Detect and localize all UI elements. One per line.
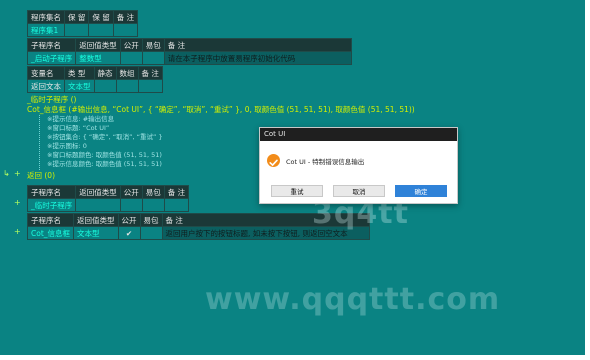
code-editor[interactable]: 程序集名 保 留 保 留 备 注 程序集1 子程序名 返回值类型 公开 易包 备… (0, 0, 585, 355)
col-header: 返回值类型 (73, 213, 119, 227)
col-header: 易包 (141, 185, 165, 199)
col-header: 保 留 (63, 10, 90, 24)
col-header: 备 注 (163, 38, 352, 52)
col-header: 返回值类型 (75, 185, 121, 199)
param-prompt-message: ※提示信息: #输出信息 (47, 115, 115, 123)
cell[interactable] (163, 198, 190, 212)
cancel-button[interactable]: 取消 (333, 185, 385, 197)
cell[interactable] (115, 79, 139, 93)
col-header: 类 型 (64, 66, 95, 80)
sub-return-type[interactable]: 整数型 (75, 51, 121, 65)
param-message-color: ※提示信息颜色: 取颜色值 (51, 51, 51) (47, 160, 162, 168)
expand-icon[interactable]: + (14, 198, 21, 207)
col-header: 返回值类型 (75, 38, 121, 52)
cell[interactable] (119, 51, 143, 65)
variable-name[interactable]: 返回文本 (27, 79, 65, 93)
sub-name[interactable]: _启动子程序 (26, 51, 77, 65)
sub-name[interactable]: Cot_信息框 (26, 226, 75, 240)
cell[interactable] (112, 23, 139, 37)
col-header: 易包 (141, 38, 165, 52)
col-header: 静态 (93, 66, 117, 80)
col-header: 子程序名 (26, 38, 77, 52)
watermark-url: www.qqqttt.com (205, 282, 501, 317)
cell[interactable] (137, 79, 163, 93)
scrollbar-horizontal[interactable] (0, 355, 590, 360)
public-check-icon[interactable]: ✔ (117, 226, 141, 240)
sub-name[interactable]: _临时子程序 (26, 198, 77, 212)
param-window-title: ※窗口标题: “Cot UI” (47, 124, 110, 132)
param-title-color: ※窗口标题颜色: 取颜色值 (51, 51, 51) (47, 151, 162, 159)
col-header: 程序集名 (27, 10, 65, 24)
expand-icon[interactable]: + (14, 227, 21, 236)
variable-table: 变量名 类 型 静态 数组 备 注 返回文本 文本型 (27, 66, 163, 93)
expand-icon[interactable]: + (14, 169, 21, 178)
param-prompt-icon: ※提示图标: 0 (47, 142, 87, 150)
program-set-name[interactable]: 程序集1 (27, 23, 65, 37)
cell[interactable] (93, 79, 117, 93)
col-header: 备 注 (112, 10, 139, 24)
cell[interactable] (141, 198, 165, 212)
sub-table-startup: 子程序名 返回值类型 公开 易包 备 注 _启动子程序 整数型 请在本子程序中放… (26, 38, 352, 65)
col-header: 子程序名 (26, 213, 75, 227)
code-line-call-temp-sub[interactable]: _临时子程序 () (27, 95, 77, 104)
program-set-table: 程序集名 保 留 保 留 备 注 程序集1 (27, 10, 139, 37)
col-header: 公开 (119, 38, 143, 52)
col-header: 数组 (115, 66, 139, 80)
tree-guide-line (39, 115, 40, 170)
col-header: 保 留 (88, 10, 114, 24)
cell[interactable] (63, 23, 90, 37)
col-header: 备 注 (163, 185, 190, 199)
col-header: 公开 (117, 213, 141, 227)
variable-type[interactable]: 文本型 (64, 79, 95, 93)
code-line-return[interactable]: 返回 (0) (27, 171, 55, 180)
cell[interactable] (139, 226, 163, 240)
ok-button[interactable]: 确定 (395, 185, 447, 197)
col-header: 备 注 (137, 66, 163, 80)
param-button-set: ※按钮集合: { “确定”, “取消”, “重试” } (47, 133, 163, 141)
col-header: 变量名 (27, 66, 65, 80)
sub-table-temp: 子程序名 返回值类型 公开 易包 备 注 _临时子程序 (26, 185, 190, 212)
scrollbar-vertical[interactable] (585, 0, 590, 360)
code-line-cot-messagebox[interactable]: Cot_信息框 (#输出信息, “Cot UI”, { “确定”, “取消”, … (27, 105, 415, 114)
col-header: 易包 (139, 213, 163, 227)
dialog-title: Cot UI (260, 128, 457, 141)
cell[interactable] (141, 51, 165, 65)
retry-button[interactable]: 重试 (271, 185, 323, 197)
cell[interactable] (88, 23, 114, 37)
cell[interactable] (75, 198, 121, 212)
sub-comment[interactable]: 请在本子程序中放置易程序初始化代码 (163, 51, 352, 65)
dialog-message: Cot UI - 特制错误信息输出 (286, 158, 365, 166)
sub-return-type[interactable]: 文本型 (73, 226, 119, 240)
col-header: 子程序名 (26, 185, 77, 199)
check-icon (267, 154, 280, 167)
cell[interactable] (119, 198, 143, 212)
message-dialog[interactable]: Cot UI Cot UI - 特制错误信息输出 重试 取消 确定 (259, 127, 458, 204)
col-header: 公开 (119, 185, 143, 199)
return-arrow-icon: ↳ (3, 169, 10, 178)
